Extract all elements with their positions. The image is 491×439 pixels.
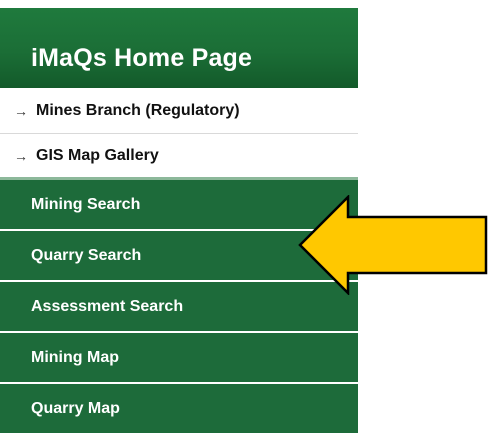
callout-arrow-icon [298, 195, 488, 295]
nav-item-label: Mines Branch (Regulatory) [36, 101, 240, 119]
nav-item-gis-map-gallery[interactable]: → GIS Map Gallery [0, 134, 358, 180]
nav-item-label: Mining Search [31, 195, 141, 213]
nav-item-mining-map[interactable]: Mining Map [0, 333, 358, 384]
nav-header: iMaQs Home Page [0, 8, 358, 88]
nav-item-label: Quarry Map [31, 399, 120, 417]
nav-item-label: Mining Map [31, 348, 119, 366]
page-title: iMaQs Home Page [31, 44, 253, 72]
nav-item-mines-branch[interactable]: → Mines Branch (Regulatory) [0, 88, 358, 134]
nav-item-quarry-map[interactable]: Quarry Map [0, 384, 358, 435]
nav-item-label: Quarry Search [31, 246, 142, 264]
callout-arrow-shape [298, 195, 488, 295]
arrow-right-icon: → [14, 102, 28, 119]
arrow-right-icon: → [14, 147, 28, 164]
nav-item-label: Assessment Search [31, 297, 184, 315]
nav-item-label: GIS Map Gallery [36, 146, 159, 164]
